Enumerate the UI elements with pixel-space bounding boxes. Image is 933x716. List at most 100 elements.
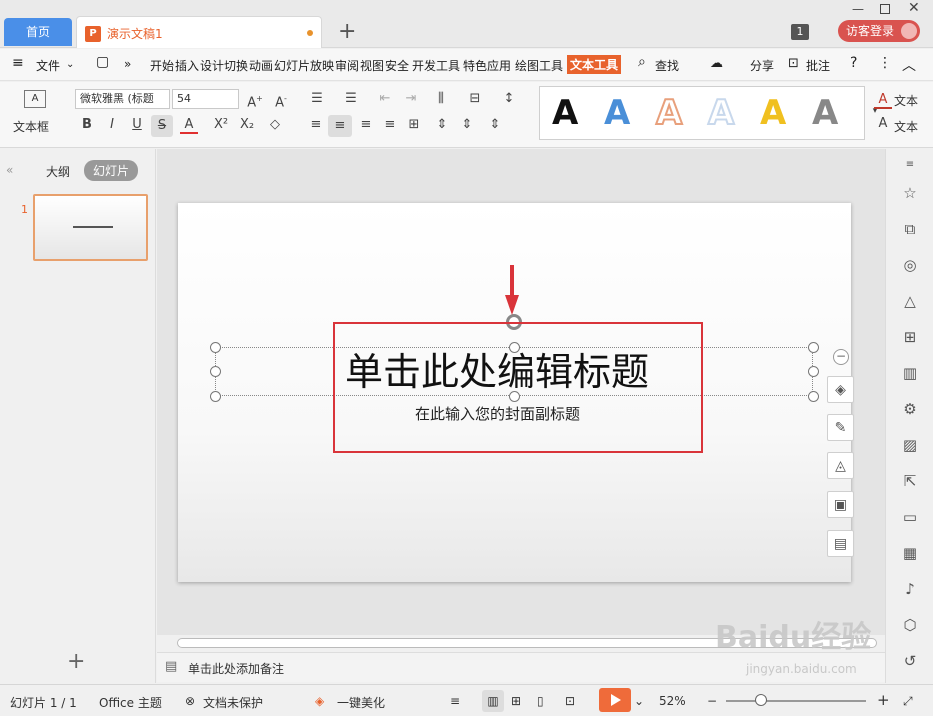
comment-icon[interactable]: ⊡ — [788, 56, 799, 71]
menu-comment[interactable]: 批注 — [806, 57, 830, 74]
play-options-icon[interactable]: ⌄ — [634, 694, 644, 708]
wordart-style-6[interactable]: A — [812, 93, 838, 133]
image-icon[interactable]: ▦ — [900, 543, 920, 563]
reading-view-icon[interactable]: ▯ — [537, 694, 544, 708]
chart-icon[interactable]: ▥ — [900, 363, 920, 383]
subscript-icon[interactable]: X₂ — [238, 116, 256, 134]
shapes-icon[interactable]: ◎ — [900, 255, 920, 275]
clear-format-icon[interactable]: ◇ — [266, 116, 284, 134]
line-spacing-icon[interactable]: ↕ — [500, 90, 518, 108]
hamburger-icon[interactable]: ≡ — [12, 55, 24, 71]
resize-handle[interactable] — [210, 391, 221, 402]
font-size-select[interactable]: 54 — [172, 89, 239, 109]
wordart-style-3[interactable]: A — [655, 92, 683, 134]
underline-icon[interactable]: U — [128, 116, 146, 134]
align-left-icon[interactable]: ≡ — [307, 116, 325, 134]
window-count-badge[interactable]: 1 — [791, 24, 809, 40]
textbox-icon[interactable]: A — [24, 90, 46, 108]
justify-icon[interactable]: ≡ — [381, 116, 399, 134]
align-right-icon[interactable]: ≡ — [357, 116, 375, 134]
slide-thumbnail[interactable] — [33, 194, 148, 261]
font-color-icon[interactable]: A — [180, 116, 198, 134]
text-outline-icon[interactable]: A — [874, 115, 892, 133]
menu-animation[interactable]: 动画 — [249, 57, 273, 74]
document-protection[interactable]: 文档未保护 — [203, 694, 263, 711]
resize-handle[interactable] — [210, 342, 221, 353]
archive-icon[interactable]: ▭ — [900, 507, 920, 527]
sound-icon[interactable]: ♪ — [900, 579, 920, 599]
superscript-icon[interactable]: X² — [212, 116, 230, 134]
one-click-beautify[interactable]: 一键美化 — [337, 694, 385, 711]
decrease-font-icon[interactable]: A- — [272, 90, 290, 110]
menu-transition[interactable]: 切换 — [224, 57, 248, 74]
menu-special[interactable]: 特色应用 — [463, 57, 511, 74]
minimize-icon[interactable]: — — [852, 2, 864, 16]
zoom-out-icon[interactable]: − — [707, 694, 717, 708]
collapse-tools-icon[interactable]: − — [833, 349, 849, 365]
menu-security[interactable]: 安全 — [385, 57, 409, 74]
wordart-style-5[interactable]: A — [760, 93, 786, 133]
cloud-icon[interactable]: ☁ — [710, 56, 723, 71]
menu-search[interactable]: 查找 — [655, 57, 679, 74]
line-spacing2-icon[interactable]: ⇕ — [458, 116, 476, 134]
fit-window-icon[interactable]: ⤢ — [903, 694, 913, 709]
save-icon[interactable]: ▢ — [96, 54, 109, 70]
menu-review[interactable]: 审阅 — [335, 57, 359, 74]
search-icon[interactable]: ⌕ — [638, 54, 646, 70]
textbox-button[interactable]: 文本框 — [13, 118, 49, 135]
textbox-tool-icon[interactable]: ▤ — [827, 530, 854, 557]
increase-font-icon[interactable]: A+ — [246, 90, 264, 110]
guest-login-button[interactable]: 访客登录 — [838, 20, 920, 42]
text-fill-icon[interactable]: A — [874, 91, 892, 109]
wordart-style-1[interactable]: A — [552, 93, 578, 133]
bullet-list-icon[interactable]: ☰ — [308, 90, 326, 108]
collapse-panel-icon[interactable]: « — [6, 163, 13, 177]
normal-view-icon[interactable]: ▥ — [482, 690, 504, 712]
paragraph-spacing-icon[interactable]: ⇕ — [433, 116, 451, 134]
text-direction-icon[interactable]: ⫼ — [432, 90, 450, 108]
play-slideshow-button[interactable] — [599, 688, 631, 712]
decrease-indent-icon[interactable]: ⇤ — [376, 90, 394, 108]
menu-developer[interactable]: 开发工具 — [412, 57, 460, 74]
number-list-icon[interactable]: ☰ — [342, 90, 360, 108]
strikethrough-icon[interactable]: S — [151, 115, 173, 137]
distribute-icon[interactable]: ⊞ — [405, 116, 423, 134]
presenter-view-icon[interactable]: ⊡ — [565, 694, 575, 708]
notes-toggle-icon[interactable]: ≡ — [450, 694, 460, 708]
tab-document[interactable]: P 演示文稿1 — [76, 16, 322, 48]
maximize-icon[interactable] — [880, 4, 890, 14]
wordart-style-2[interactable]: A — [604, 93, 630, 133]
resize-handle[interactable] — [808, 342, 819, 353]
collapse-ribbon-icon[interactable]: ︿ — [902, 55, 916, 75]
menu-text-tools[interactable]: 文本工具 — [567, 55, 622, 74]
menu-start[interactable]: 开始 — [150, 57, 174, 74]
wordart-style-4[interactable]: A — [707, 92, 735, 134]
text-outline-button[interactable]: 文本 — [894, 118, 918, 135]
tab-slides[interactable]: 幻灯片 — [84, 160, 139, 181]
history-icon[interactable]: ↺ — [900, 651, 920, 671]
zoom-slider[interactable] — [726, 700, 866, 702]
export-icon[interactable]: ⇱ — [900, 471, 920, 491]
italic-icon[interactable]: I — [103, 116, 121, 134]
increase-indent-icon[interactable]: ⇥ — [402, 90, 420, 108]
star-icon[interactable]: ☆ — [900, 183, 920, 203]
font-family-select[interactable]: 微软雅黑 (标题 — [75, 89, 170, 109]
shield-icon[interactable]: ⬡ — [900, 615, 920, 635]
zoom-level[interactable]: 52% — [659, 694, 686, 708]
more-icon[interactable]: » — [124, 57, 131, 71]
wordart-icon[interactable]: △ — [900, 291, 920, 311]
align-center-icon[interactable]: ≡ — [328, 115, 352, 137]
align-text-icon[interactable]: ⊟ — [466, 90, 484, 108]
more-vertical-icon[interactable]: ⋮ — [878, 55, 892, 71]
sorter-view-icon[interactable]: ⊞ — [511, 694, 521, 708]
menu-view[interactable]: 视图 — [360, 57, 384, 74]
theme-name[interactable]: Office 主题 — [99, 694, 162, 711]
menu-file[interactable]: 文件 — [36, 57, 60, 74]
spacing-options-icon[interactable]: ⇕ — [486, 116, 504, 134]
zoom-in-icon[interactable]: + — [877, 691, 890, 709]
frame-icon[interactable]: ▣ — [827, 491, 854, 518]
menu-slideshow[interactable]: 幻灯片放映 — [274, 57, 334, 74]
gallery-icon[interactable]: ▨ — [900, 435, 920, 455]
resize-handle[interactable] — [808, 366, 819, 377]
add-slide-button[interactable]: + — [67, 649, 85, 674]
